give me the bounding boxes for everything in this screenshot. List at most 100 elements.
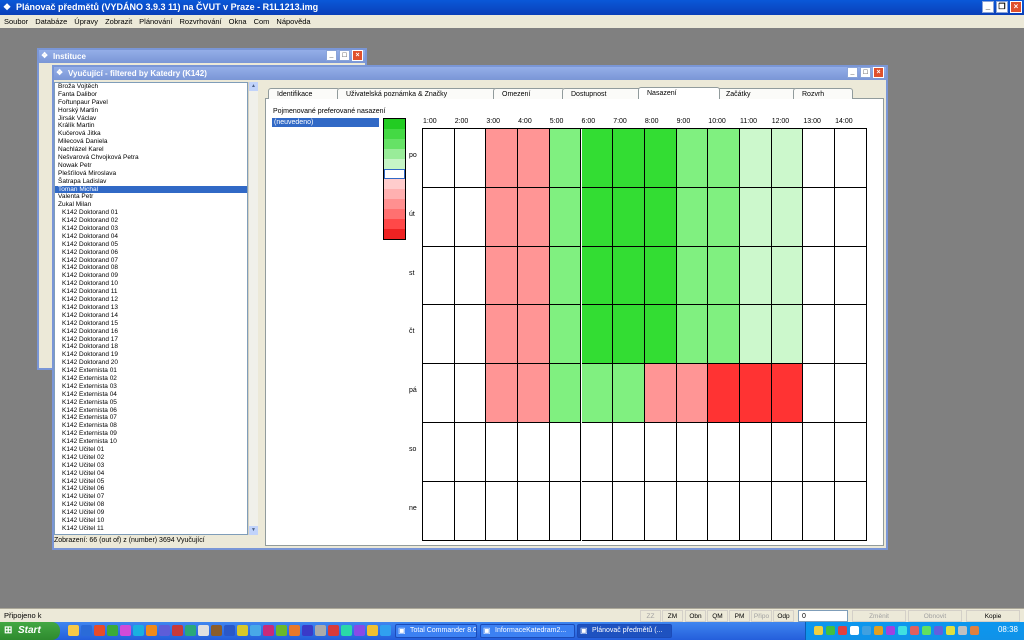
list-item[interactable]: Valenta Petr bbox=[55, 193, 247, 201]
palette-swatch[interactable] bbox=[384, 229, 405, 239]
color-palette[interactable] bbox=[383, 118, 406, 240]
schedule-cell[interactable] bbox=[581, 246, 614, 306]
list-item[interactable]: K142 Doktorand 20 bbox=[55, 359, 247, 367]
schedule-cell[interactable] bbox=[771, 364, 804, 423]
schedule-cell[interactable] bbox=[423, 423, 455, 482]
tray-icon[interactable] bbox=[922, 626, 931, 635]
schedule-cell[interactable] bbox=[740, 481, 772, 541]
list-item[interactable]: Fořtunpaur Pavel bbox=[55, 99, 247, 107]
minimize-button[interactable]: _ bbox=[982, 1, 994, 13]
quick-launch-icon[interactable] bbox=[289, 625, 300, 636]
quick-launch-icon[interactable] bbox=[224, 625, 235, 636]
schedule-cell[interactable] bbox=[740, 305, 772, 365]
quick-launch-icon[interactable] bbox=[68, 625, 79, 636]
schedule-cell[interactable] bbox=[549, 187, 582, 247]
schedule-cell[interactable] bbox=[708, 187, 740, 247]
schedule-cell[interactable] bbox=[486, 187, 519, 247]
schedule-cell[interactable] bbox=[454, 481, 487, 541]
list-item[interactable]: K142 Doktorand 13 bbox=[55, 304, 247, 312]
schedule-cell[interactable] bbox=[644, 187, 677, 247]
quick-launch-icon[interactable] bbox=[237, 625, 248, 636]
list-item[interactable]: Broža Vojtěch bbox=[55, 83, 247, 91]
taskbar-task[interactable]: ▣ Plánovač předmětů (... bbox=[577, 624, 672, 638]
schedule-cell[interactable] bbox=[835, 129, 867, 188]
tab[interactable]: Nasazení bbox=[638, 87, 720, 99]
list-item[interactable]: Fanta Dalibor bbox=[55, 91, 247, 99]
list-item[interactable]: Nowak Petr bbox=[55, 162, 247, 170]
tray-icon[interactable] bbox=[814, 626, 823, 635]
palette-swatch[interactable] bbox=[384, 189, 405, 199]
palette-swatch[interactable] bbox=[384, 119, 405, 129]
palette-swatch[interactable] bbox=[384, 219, 405, 229]
quick-launch-icon[interactable] bbox=[250, 625, 261, 636]
schedule-cell[interactable] bbox=[454, 187, 487, 247]
palette-swatch[interactable] bbox=[384, 179, 405, 189]
list-item[interactable]: Toman Michal bbox=[55, 185, 247, 194]
tray-icon[interactable] bbox=[970, 626, 979, 635]
tab[interactable]: Rozvrh bbox=[793, 88, 853, 99]
status-value-field[interactable]: 0 bbox=[798, 610, 848, 622]
taskbar-task[interactable]: ▣ InformaceKatedram2... bbox=[480, 624, 575, 638]
schedule-cell[interactable] bbox=[518, 187, 550, 247]
schedule-cell[interactable] bbox=[803, 364, 836, 423]
list-item[interactable]: K142 Externista 03 bbox=[55, 383, 247, 391]
menu-item[interactable]: Úpravy bbox=[74, 15, 98, 28]
schedule-cell[interactable] bbox=[803, 423, 836, 482]
start-button[interactable]: ⊞ Start bbox=[0, 622, 60, 640]
schedule-cell[interactable] bbox=[423, 246, 455, 306]
menu-item[interactable]: Databáze bbox=[35, 15, 67, 28]
schedule-cell[interactable] bbox=[581, 364, 614, 423]
list-item[interactable]: K142 Doktorand 15 bbox=[55, 320, 247, 328]
instituce-minimize-button[interactable]: _ bbox=[326, 50, 337, 61]
schedule-cell[interactable] bbox=[740, 364, 772, 423]
schedule-cell[interactable] bbox=[771, 305, 804, 365]
tray-icon[interactable] bbox=[898, 626, 907, 635]
schedule-cell[interactable] bbox=[708, 246, 740, 306]
schedule-cell[interactable] bbox=[581, 305, 614, 365]
schedule-cell[interactable] bbox=[423, 364, 455, 423]
tray-icon[interactable] bbox=[862, 626, 871, 635]
list-item[interactable]: K142 Externista 01 bbox=[55, 367, 247, 375]
list-item[interactable]: K142 Učitel 01 bbox=[55, 446, 247, 454]
list-item[interactable]: Horský Martin bbox=[55, 107, 247, 115]
schedule-cell[interactable] bbox=[486, 423, 519, 482]
schedule-cell[interactable] bbox=[454, 246, 487, 306]
schedule-cell[interactable] bbox=[740, 423, 772, 482]
list-item[interactable]: K142 Doktorand 19 bbox=[55, 351, 247, 359]
schedule-cell[interactable] bbox=[518, 305, 550, 365]
schedule-cell[interactable] bbox=[549, 364, 582, 423]
schedule-cell[interactable] bbox=[613, 129, 645, 188]
schedule-cell[interactable] bbox=[708, 129, 740, 188]
list-item[interactable]: K142 Externista 06 bbox=[55, 407, 247, 415]
taskbar-task[interactable]: ▣ Total Commander 8.0... bbox=[395, 624, 477, 638]
status-action-button[interactable]: Změnit bbox=[852, 610, 906, 622]
schedule-cell[interactable] bbox=[423, 481, 455, 541]
menu-item[interactable]: Soubor bbox=[4, 15, 28, 28]
status-button[interactable]: Obn bbox=[685, 610, 706, 622]
schedule-cell[interactable] bbox=[803, 246, 836, 306]
schedule-cell[interactable] bbox=[771, 187, 804, 247]
list-item[interactable]: K142 Doktorand 11 bbox=[55, 288, 247, 296]
list-item[interactable]: K142 Učitel 05 bbox=[55, 478, 247, 486]
schedule-cell[interactable] bbox=[771, 423, 804, 482]
list-item[interactable]: K142 Doktorand 12 bbox=[55, 296, 247, 304]
schedule-cell[interactable] bbox=[708, 481, 740, 541]
instituce-close-button[interactable]: × bbox=[352, 50, 363, 61]
quick-launch-icon[interactable] bbox=[341, 625, 352, 636]
menu-item[interactable]: Nápověda bbox=[276, 15, 310, 28]
menu-item[interactable]: Com bbox=[254, 15, 270, 28]
status-action-button[interactable]: Kopie bbox=[966, 610, 1020, 622]
schedule-cell[interactable] bbox=[835, 364, 867, 423]
quick-launch-icon[interactable] bbox=[315, 625, 326, 636]
list-item[interactable]: K142 Učitel 06 bbox=[55, 485, 247, 493]
schedule-cell[interactable] bbox=[486, 305, 519, 365]
tray-icon[interactable] bbox=[958, 626, 967, 635]
palette-swatch[interactable] bbox=[384, 139, 405, 149]
schedule-cell[interactable] bbox=[835, 481, 867, 541]
list-item[interactable]: K142 Učitel 10 bbox=[55, 517, 247, 525]
schedule-cell[interactable] bbox=[740, 129, 772, 188]
quick-launch-icon[interactable] bbox=[81, 625, 92, 636]
schedule-cell[interactable] bbox=[486, 246, 519, 306]
list-item[interactable]: K142 Doktorand 04 bbox=[55, 233, 247, 241]
list-item[interactable]: Šatrapa Ladislav bbox=[55, 178, 247, 186]
